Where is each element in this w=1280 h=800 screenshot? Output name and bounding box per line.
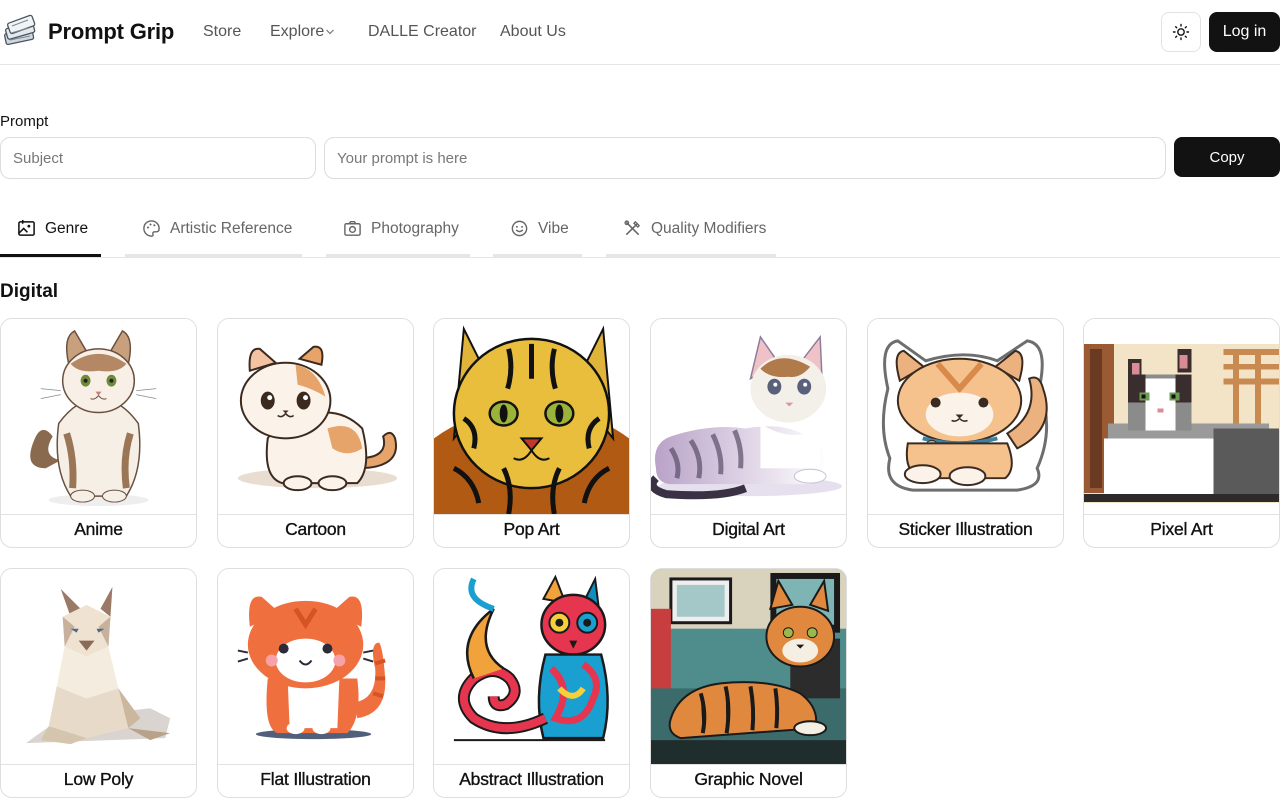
- nav-about-us[interactable]: About Us: [500, 23, 566, 41]
- flat-illustration-cat-image: [218, 569, 413, 765]
- nav-dalle-creator[interactable]: DALLE Creator: [368, 23, 477, 41]
- card-label: Cartoon: [285, 519, 346, 539]
- section-title: Digital: [0, 281, 59, 302]
- card-label: Sticker Illustration: [898, 519, 1033, 539]
- style-card-cartoon[interactable]: Cartoon: [217, 318, 414, 548]
- top-navigation-bar: Prompt Grip Store Explore DALLE Creator …: [0, 0, 1280, 65]
- smiley-icon: [511, 220, 528, 237]
- chevron-down-icon[interactable]: [325, 28, 335, 36]
- palette-icon: [143, 220, 160, 237]
- low-poly-cat-image: [1, 569, 196, 765]
- style-card-pixel-art[interactable]: Pixel Art: [1083, 318, 1280, 548]
- tab-photography-label: Photography: [371, 219, 459, 237]
- style-card-pop-art[interactable]: Pop Art: [433, 318, 630, 548]
- tools-icon: [624, 220, 641, 235]
- style-card-anime[interactable]: Anime: [0, 318, 197, 548]
- nav-store[interactable]: Store: [203, 23, 241, 41]
- anime-cat-image: [1, 319, 196, 515]
- card-label: Pop Art: [503, 519, 560, 539]
- pop-art-cat-image: [434, 319, 629, 515]
- style-card-graphic-novel[interactable]: Graphic Novel: [650, 568, 847, 798]
- card-label: Abstract Illustration: [459, 769, 604, 789]
- subject-input[interactable]: [0, 137, 316, 179]
- tab-genre-label: Genre: [45, 219, 89, 237]
- style-card-low-poly[interactable]: Low Poly: [0, 568, 197, 798]
- style-card-abstract-illustration[interactable]: Abstract Illustration: [433, 568, 630, 798]
- card-label: Anime: [74, 519, 123, 539]
- nav-explore[interactable]: Explore: [270, 23, 324, 41]
- pixel-art-cat-image: [1084, 319, 1279, 515]
- abstract-cat-image: [434, 569, 629, 765]
- digital-art-cat-image: [651, 319, 846, 515]
- tab-quality-modifiers[interactable]: Quality Modifiers: [606, 200, 776, 257]
- camera-icon: [344, 220, 361, 236]
- prompt-input[interactable]: [324, 137, 1166, 179]
- card-label: Flat Illustration: [260, 769, 371, 789]
- cartoon-cat-image: [218, 319, 413, 515]
- brand-name[interactable]: Prompt Grip: [48, 19, 174, 45]
- card-label: Low Poly: [63, 769, 134, 789]
- genre-icon: [18, 219, 35, 236]
- sticker-cat-image: [868, 319, 1063, 515]
- style-card-sticker-illustration[interactable]: Sticker Illustration: [867, 318, 1064, 548]
- tab-vibe-label: Vibe: [538, 219, 569, 237]
- tab-quality-modifiers-label: Quality Modifiers: [651, 219, 767, 237]
- tab-genre[interactable]: Genre: [0, 200, 101, 257]
- theme-toggle-button[interactable]: [1161, 12, 1201, 52]
- prompt-label: Prompt: [0, 113, 49, 130]
- tab-artistic-reference-label: Artistic Reference: [170, 219, 293, 237]
- tab-photography[interactable]: Photography: [326, 200, 470, 257]
- tab-vibe[interactable]: Vibe: [493, 200, 582, 257]
- sun-icon: [1172, 23, 1190, 41]
- style-card-digital-art[interactable]: Digital Art: [650, 318, 847, 548]
- style-card-flat-illustration[interactable]: Flat Illustration: [217, 568, 414, 798]
- logo-icon[interactable]: [2, 14, 38, 48]
- card-label: Digital Art: [712, 519, 785, 539]
- tabs-divider: [0, 257, 1280, 258]
- copy-button[interactable]: Copy: [1174, 137, 1280, 177]
- card-label: Graphic Novel: [694, 769, 803, 789]
- graphic-novel-cat-image: [651, 569, 846, 765]
- card-label: Pixel Art: [1150, 519, 1213, 539]
- login-button[interactable]: Log in: [1209, 12, 1280, 52]
- tab-artistic-reference[interactable]: Artistic Reference: [125, 200, 302, 257]
